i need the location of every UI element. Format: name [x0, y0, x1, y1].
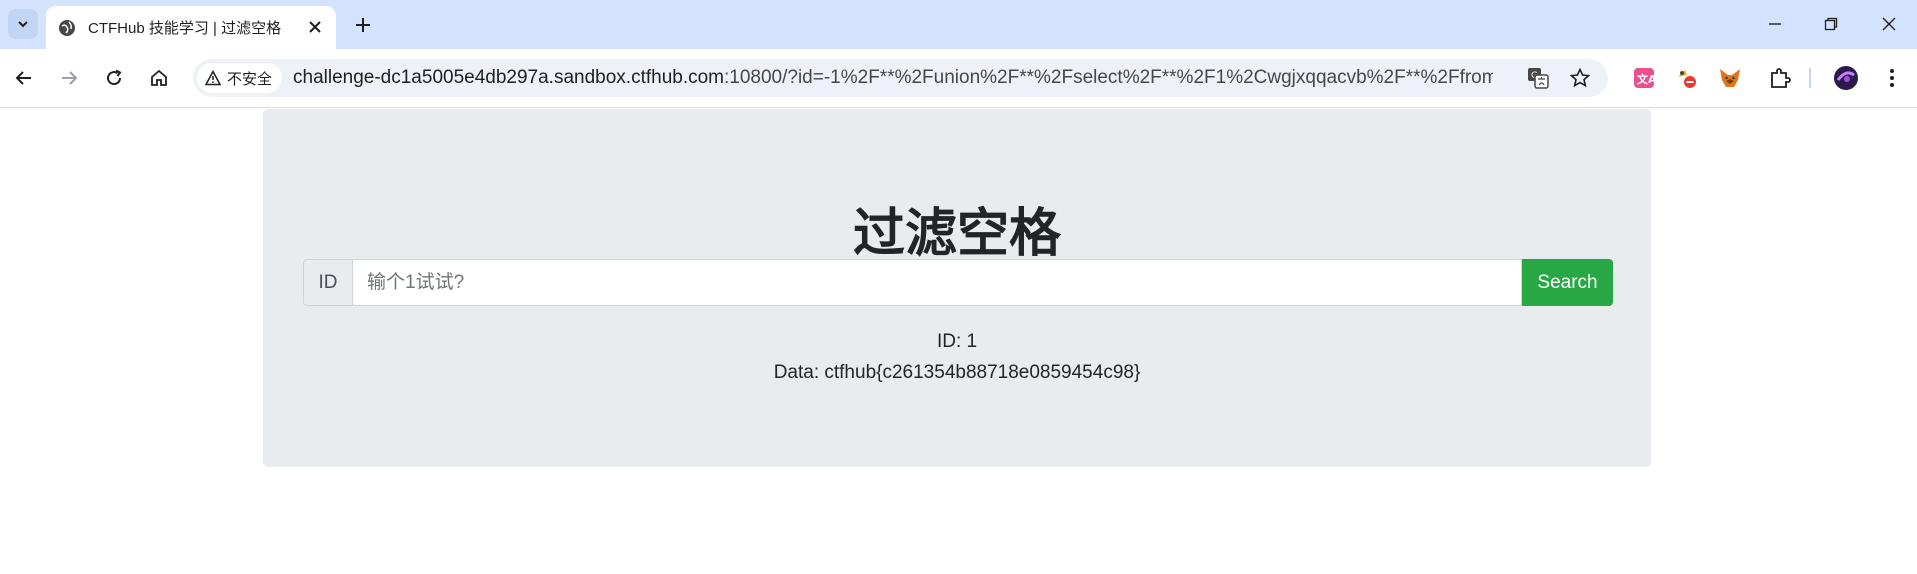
- star-icon: [1570, 68, 1590, 88]
- translate-icon: G: [1528, 68, 1549, 89]
- minimize-icon: [1769, 23, 1781, 25]
- active-tab[interactable]: CTFHub 技能学习 | 过滤空格: [46, 6, 336, 49]
- svg-text:文A: 文A: [1637, 72, 1655, 86]
- result-id: ID: 1: [936, 331, 978, 352]
- arrow-left-icon: [15, 71, 31, 85]
- close-tab-button[interactable]: [306, 18, 324, 36]
- result-data: Data: ctfhub{c261354b88718e0859454c98}: [773, 362, 1141, 383]
- extension-blocked-button[interactable]: [1673, 64, 1701, 92]
- translate-button[interactable]: G: [1526, 66, 1550, 90]
- fox-icon: [1720, 69, 1740, 87]
- search-button[interactable]: Search: [1522, 259, 1613, 306]
- globe-icon: [59, 19, 75, 36]
- profile-button[interactable]: [1832, 64, 1860, 92]
- security-label: 不安全: [227, 70, 273, 88]
- arrow-right-icon: [62, 71, 78, 85]
- jumbotron: 过滤空格 ID Search ID: 1 Data: ctfhub{c26135…: [263, 109, 1651, 467]
- more-vertical-icon: [1890, 69, 1894, 87]
- id-input-label: ID: [303, 259, 352, 306]
- home-icon: [151, 69, 167, 86]
- extensions-menu-button[interactable]: [1766, 64, 1794, 92]
- extension-metamask-button[interactable]: [1716, 64, 1744, 92]
- extension-translate-button[interactable]: 文A: [1630, 64, 1658, 92]
- close-icon: [1882, 17, 1896, 31]
- plus-icon: [356, 18, 370, 32]
- warning-icon: [205, 70, 221, 86]
- tab-title: CTFHub 技能学习 | 过滤空格: [88, 20, 282, 37]
- id-search-input[interactable]: [352, 259, 1522, 306]
- browser-menu-button[interactable]: [1878, 64, 1906, 92]
- restore-button[interactable]: [1808, 10, 1854, 38]
- url-path: :10800/?id=-1%2F**%2Funion%2F**%2Fselect…: [724, 67, 1493, 88]
- new-tab-button[interactable]: [350, 12, 376, 38]
- close-icon: [309, 21, 321, 33]
- tab-strip: CTFHub 技能学习 | 过滤空格: [0, 0, 1917, 49]
- reload-icon: [107, 69, 122, 86]
- browser-toolbar: 不安全 challenge-dc1a5005e4db297a.sandbox.c…: [0, 49, 1917, 108]
- page-title: 过滤空格: [852, 204, 1061, 264]
- address-bar[interactable]: 不安全 challenge-dc1a5005e4db297a.sandbox.c…: [193, 59, 1608, 97]
- translate-extension-icon: 文A: [1634, 68, 1655, 88]
- reload-button[interactable]: [100, 64, 128, 92]
- restore-icon: [1824, 17, 1838, 31]
- blocked-extension-icon: [1678, 70, 1696, 88]
- search-form: ID Search: [303, 259, 1613, 306]
- puzzle-icon: [1771, 68, 1791, 88]
- tab-search-button[interactable]: [8, 9, 38, 39]
- avatar: [1834, 66, 1858, 90]
- forward-button[interactable]: [55, 64, 83, 92]
- toolbar-separator: [1809, 68, 1811, 88]
- bookmark-button[interactable]: [1568, 66, 1592, 90]
- url-host: challenge-dc1a5005e4db297a.sandbox.ctfhu…: [293, 67, 724, 88]
- chevron-down-icon: [18, 21, 28, 28]
- url-text[interactable]: challenge-dc1a5005e4db297a.sandbox.ctfhu…: [293, 59, 1493, 97]
- home-button[interactable]: [145, 64, 173, 92]
- close-window-button[interactable]: [1866, 10, 1912, 38]
- security-chip[interactable]: 不安全: [197, 63, 283, 93]
- minimize-button[interactable]: [1752, 10, 1798, 38]
- back-button[interactable]: [10, 64, 38, 92]
